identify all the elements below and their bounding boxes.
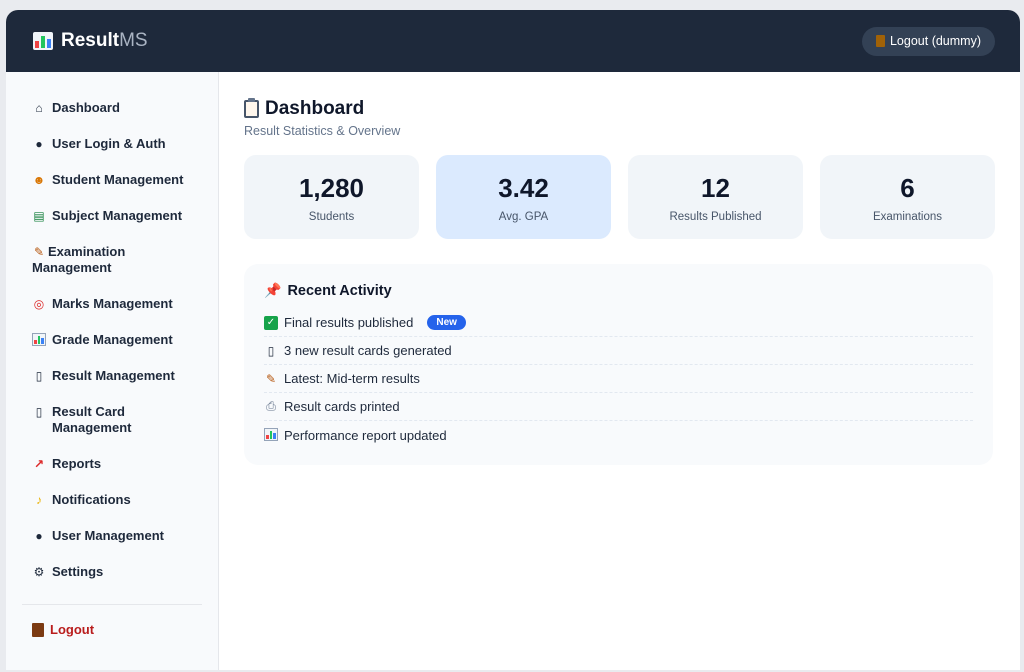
users-icon: ● (35, 529, 43, 543)
app-window: ResultMS Logout (dummy) ⌂ Dashboard ● Us… (6, 10, 1020, 670)
sidebar-item-student-management[interactable]: ☻ Student Management (6, 172, 218, 188)
activity-list: ✓ Final results published New ▯ 3 new re… (264, 309, 973, 449)
sidebar: ⌂ Dashboard ● User Login & Auth ☻ Studen… (6, 72, 219, 670)
header-logout-button[interactable]: Logout (dummy) (861, 26, 995, 56)
gear-icon: ⚙ (33, 565, 45, 579)
books-icon: ▤ (33, 209, 45, 223)
sidebar-item-notifications[interactable]: ♪ Notifications (6, 492, 218, 508)
sidebar-item-settings[interactable]: ⚙ Settings (6, 564, 218, 580)
top-bar: ResultMS Logout (dummy) (6, 10, 1020, 72)
list-item: ✎ Latest: Mid-term results (264, 365, 973, 393)
sidebar-item-grade-management[interactable]: Grade Management (6, 332, 218, 348)
trend-chart-icon: ↗ (33, 457, 45, 471)
document-icon: ▯ (35, 369, 43, 383)
page-subtitle: Result Statistics & Overview (244, 124, 401, 138)
stat-card-avg-gpa[interactable]: 3.42 Avg. GPA (436, 155, 611, 239)
sidebar-item-label: User Login & Auth (52, 136, 166, 151)
sidebar-item-label: Subject Management (52, 208, 183, 223)
bar-chart-icon (33, 32, 53, 50)
page-title-text: Dashboard (265, 98, 365, 119)
stat-label: Results Published (669, 211, 762, 223)
sidebar-item-label: Grade Management (52, 332, 173, 347)
list-item: Performance report updated (264, 421, 973, 449)
sidebar-item-label: Student Management (52, 172, 184, 187)
sidebar-item-result-card-management[interactable]: ▯ Result Card Management (6, 404, 218, 436)
sidebar-item-dashboard[interactable]: ⌂ Dashboard (6, 100, 218, 116)
check-icon: ✓ (264, 315, 278, 330)
sidebar-logout-label: Logout (50, 622, 95, 637)
card-icon: ▯ (35, 405, 43, 419)
sidebar-item-label: Settings (52, 564, 104, 579)
sidebar-item-label: Dashboard (52, 100, 120, 115)
sidebar-item-label: Reports (52, 456, 102, 471)
sidebar-item-label: Result Card Management (52, 404, 132, 435)
activity-text: Latest: Mid-term results (284, 371, 420, 386)
stat-card-examinations[interactable]: 6 Examinations (820, 155, 995, 239)
list-item: ▯ 3 new result cards generated (264, 337, 973, 365)
new-badge: New (427, 315, 466, 330)
bar-chart-icon (264, 428, 278, 442)
bell-icon: ♪ (36, 493, 42, 507)
sidebar-item-result-management[interactable]: ▯ Result Management (6, 368, 218, 384)
stat-label: Avg. GPA (498, 211, 549, 223)
sidebar-item-examination-management[interactable]: ✎ Examination Management (6, 244, 218, 276)
target-icon: ◎ (33, 297, 45, 311)
brand-suffix: MS (119, 30, 148, 51)
sidebar-item-reports[interactable]: ↗ Reports (6, 456, 218, 472)
stat-value: 6 (900, 173, 915, 203)
recent-activity-title-text: Recent Activity (287, 282, 392, 299)
user-icon: ● (35, 137, 43, 151)
recent-activity-title: 📌 Recent Activity (264, 282, 973, 299)
sidebar-divider (22, 604, 202, 605)
memo-icon: ✎ (265, 371, 277, 386)
sidebar-item-label: Marks Management (52, 296, 173, 311)
stat-value: 12 (701, 173, 730, 203)
activity-text: Final results published (284, 315, 414, 330)
main-content: Dashboard Result Statistics & Overview 1… (219, 72, 1020, 670)
printer-icon: ⎙ (266, 399, 276, 413)
door-icon (32, 622, 44, 637)
sidebar-item-label: Notifications (52, 492, 131, 507)
stat-card-results-published[interactable]: 12 Results Published (628, 155, 803, 239)
sidebar-item-subject-management[interactable]: ▤ Subject Management (6, 208, 218, 224)
list-item: ✓ Final results published New (264, 309, 973, 337)
sidebar-item-user-management[interactable]: ● User Management (6, 528, 218, 544)
clipboard-icon (244, 98, 259, 118)
activity-text: Performance report updated (284, 427, 447, 443)
sidebar-item-user-login[interactable]: ● User Login & Auth (6, 136, 218, 152)
stat-value: 3.42 (498, 173, 549, 203)
stat-label: Examinations (872, 211, 943, 223)
door-icon (875, 35, 885, 47)
brand-logo[interactable]: ResultMS (33, 30, 148, 52)
pushpin-icon: 📌 (264, 282, 282, 298)
body: ⌂ Dashboard ● User Login & Auth ☻ Studen… (6, 72, 1020, 670)
page-title: Dashboard (244, 98, 995, 120)
house-icon: ⌂ (35, 101, 43, 115)
brand-name: Result (61, 30, 120, 51)
sidebar-item-marks-management[interactable]: ◎ Marks Management (6, 296, 218, 312)
stat-card-students[interactable]: 1,280 Students (244, 155, 419, 239)
card-icon: ▯ (267, 343, 275, 358)
sidebar-item-label: Result Management (52, 368, 175, 383)
activity-text: Result cards printed (284, 399, 400, 414)
bar-chart-icon (32, 332, 46, 348)
stat-label: Students (308, 211, 355, 223)
memo-icon: ✎ (33, 245, 45, 259)
list-item: ⎙ Result cards printed (264, 393, 973, 421)
header-logout-label: Logout (dummy) (889, 34, 981, 48)
sidebar-logout-button[interactable]: Logout (32, 622, 94, 637)
recent-activity-panel: 📌 Recent Activity ✓ Final results publis… (244, 264, 993, 465)
activity-text: 3 new result cards generated (284, 343, 452, 358)
stats-row: 1,280 Students 3.42 Avg. GPA 12 Results … (244, 155, 995, 239)
sidebar-item-label: User Management (52, 528, 164, 543)
student-icon: ☻ (32, 173, 46, 187)
stat-value: 1,280 (298, 173, 365, 203)
